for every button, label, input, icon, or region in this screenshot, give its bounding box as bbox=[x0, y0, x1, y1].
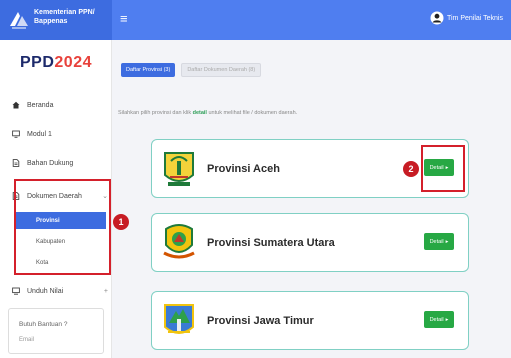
detail-button-label: Detail bbox=[429, 238, 444, 245]
sidebar-item-modul-1[interactable]: Modul 1 bbox=[12, 127, 108, 141]
home-icon bbox=[12, 101, 20, 109]
brand-text: Kementerian PPN/ Bappenas bbox=[34, 9, 95, 25]
help-subtitle: Email bbox=[19, 337, 35, 343]
aceh-emblem-icon bbox=[164, 152, 194, 186]
ppd-logo: PPD2024 bbox=[0, 54, 112, 72]
province-card-jawa-timur[interactable]: Provinsi Jawa Timur Detail ▸ bbox=[151, 291, 469, 350]
province-name: Provinsi Sumatera Utara bbox=[207, 237, 335, 249]
chevron-right-icon: ▸ bbox=[445, 238, 449, 245]
detail-button-label: Detail bbox=[429, 316, 444, 323]
tab-daftar-dokumen-daerah[interactable]: Daftar Dokumen Daerah (8) bbox=[181, 63, 262, 77]
tab-bar: Daftar Provinsi (3) Daftar Dokumen Daera… bbox=[121, 63, 262, 77]
sidebar-item-beranda[interactable]: Beranda bbox=[12, 98, 108, 112]
brand-area[interactable]: Kementerian PPN/ Bappenas bbox=[0, 0, 112, 40]
help-title: Butuh Bantuan ? bbox=[19, 321, 68, 328]
user-name: Tim Penilai Teknis bbox=[446, 14, 503, 22]
sidebar-item-bahan-dukung[interactable]: Bahan Dukung bbox=[12, 156, 108, 170]
annotation-badge-1: 1 bbox=[113, 214, 129, 230]
logo-part-year: 2024 bbox=[54, 54, 92, 71]
document-icon bbox=[12, 159, 20, 167]
monitor-icon bbox=[12, 130, 20, 138]
download-icon bbox=[12, 287, 20, 295]
bappenas-logo-icon bbox=[10, 12, 28, 29]
chevron-right-icon: ▸ bbox=[445, 316, 449, 323]
annotation-box-1 bbox=[14, 179, 111, 275]
tab-daftar-provinsi[interactable]: Daftar Provinsi (3) bbox=[121, 63, 176, 77]
top-bar: Kementerian PPN/ Bappenas ≡ Tim Penilai … bbox=[0, 0, 511, 40]
instruction-bold: detail bbox=[192, 110, 207, 116]
instruction-after: untuk melihat file / dokumen daerah. bbox=[206, 110, 298, 116]
logo-part-ppd: PPD bbox=[20, 54, 55, 71]
user-menu[interactable]: Tim Penilai Teknis bbox=[430, 11, 503, 25]
instruction-text: Silahkan pilih provinsi dan klik detail … bbox=[118, 110, 297, 116]
sidebar-item-label: Bahan Dukung bbox=[27, 159, 74, 167]
sidebar-item-label: Beranda bbox=[27, 101, 54, 109]
user-circle-icon bbox=[430, 11, 444, 25]
sumut-emblem-icon bbox=[163, 224, 195, 259]
instruction-before: Silahkan pilih provinsi dan klik bbox=[118, 110, 193, 116]
annotation-box-2 bbox=[421, 145, 465, 192]
sidebar-item-label: Unduh Nilai bbox=[27, 287, 64, 295]
province-name: Provinsi Aceh bbox=[207, 163, 280, 175]
sidebar-item-label: Modul 1 bbox=[27, 130, 52, 138]
province-name: Provinsi Jawa Timur bbox=[207, 315, 314, 327]
hamburger-icon[interactable]: ≡ bbox=[120, 11, 128, 26]
plus-icon: + bbox=[103, 287, 108, 295]
detail-button-sumatera-utara[interactable]: Detail ▸ bbox=[424, 233, 454, 250]
province-card-sumatera-utara[interactable]: Provinsi Sumatera Utara Detail ▸ bbox=[151, 213, 469, 272]
annotation-badge-2: 2 bbox=[403, 161, 419, 177]
jatim-emblem-icon bbox=[164, 304, 194, 334]
help-box: Butuh Bantuan ? Email bbox=[8, 308, 104, 354]
sidebar-item-unduh-nilai[interactable]: Unduh Nilai + bbox=[12, 284, 108, 298]
detail-button-jawa-timur[interactable]: Detail ▸ bbox=[424, 311, 454, 328]
